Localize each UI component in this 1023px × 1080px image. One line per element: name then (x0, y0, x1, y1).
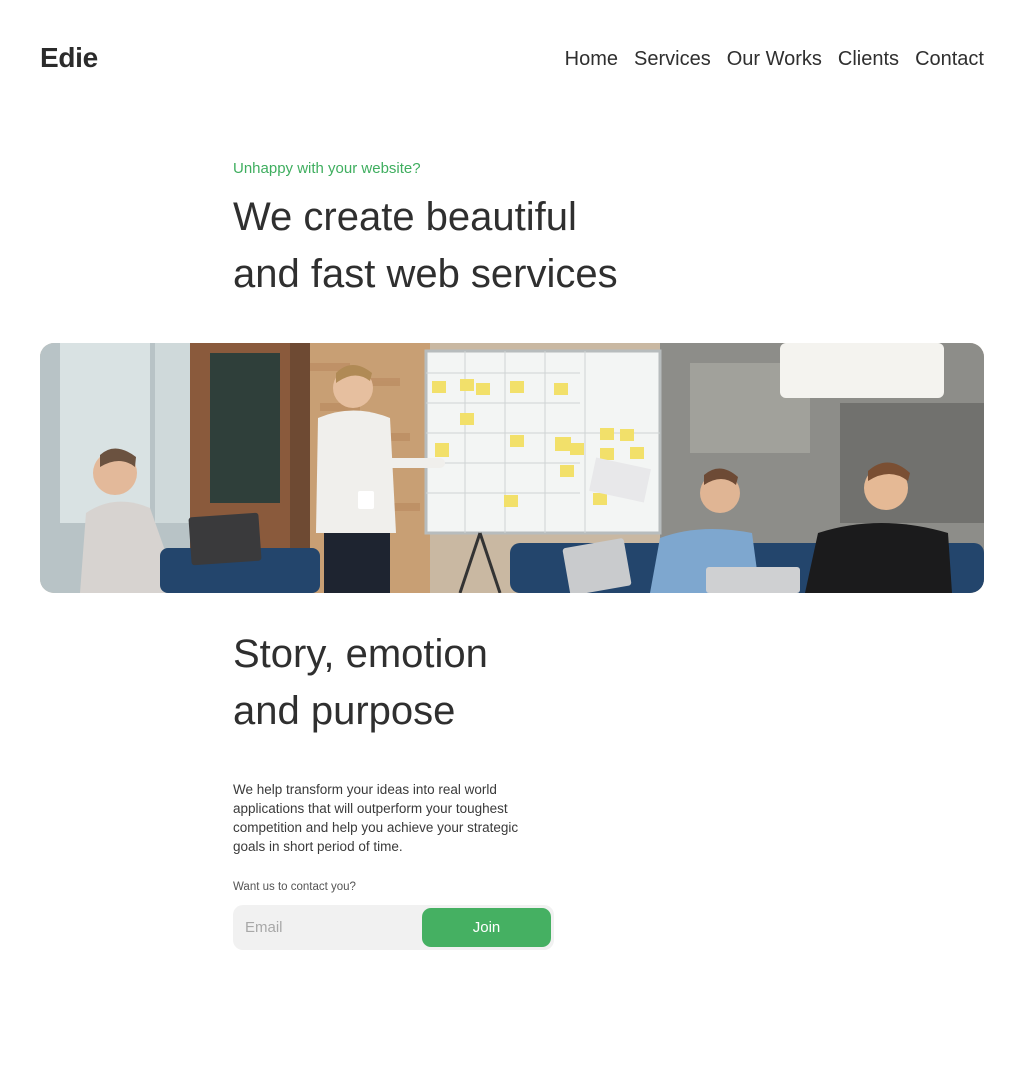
hero-title-line-1: We create beautiful (233, 195, 577, 239)
nav-our-works[interactable]: Our Works (727, 48, 822, 71)
main-nav: Home Services Our Works Clients Contact (565, 48, 984, 71)
nav-contact[interactable]: Contact (915, 48, 984, 71)
story-title: Story, emotion and purpose (233, 626, 653, 740)
hero-title-line-2: and fast web services (233, 252, 618, 296)
story-title-line-2: and purpose (233, 689, 456, 733)
story-title-line-1: Story, emotion (233, 632, 488, 676)
email-input[interactable] (233, 905, 418, 950)
join-button[interactable]: Join (422, 908, 551, 947)
signup-form: Join (233, 905, 554, 950)
logo[interactable]: Edie (40, 42, 98, 74)
nav-clients[interactable]: Clients (838, 48, 899, 71)
site-header: Edie Home Services Our Works Clients Con… (0, 0, 1023, 120)
story-body: We help transform your ideas into real w… (233, 782, 519, 854)
story-section: Story, emotion and purpose We help trans… (233, 626, 653, 856)
team-photo (40, 343, 984, 593)
contact-label: Want us to contact you? (233, 881, 356, 893)
nav-services[interactable]: Services (634, 48, 711, 71)
hero-title: We create beautiful and fast web service… (233, 189, 793, 303)
hero-section: Unhappy with your website? We create bea… (233, 160, 793, 303)
nav-home[interactable]: Home (565, 48, 618, 71)
hero-eyebrow: Unhappy with your website? (233, 160, 421, 177)
